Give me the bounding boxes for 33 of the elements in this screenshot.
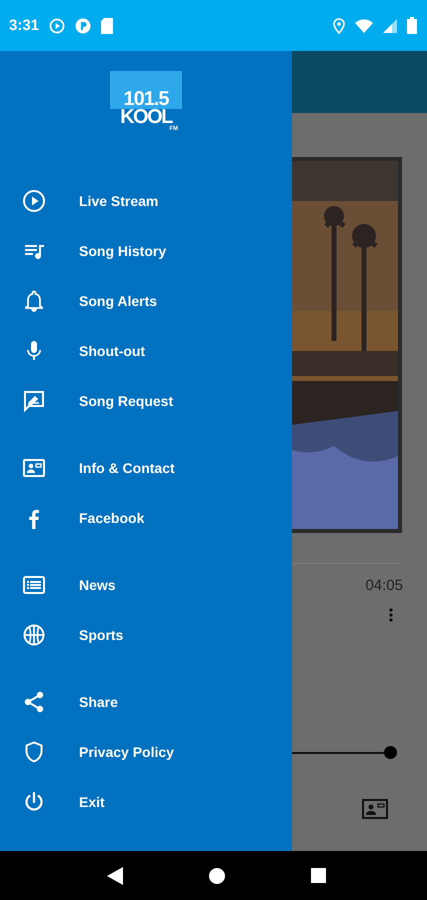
menu-item[interactable]: Song Alerts	[0, 276, 292, 326]
wifi-icon	[355, 18, 373, 32]
news-icon	[22, 573, 46, 597]
sd-card-icon	[101, 18, 114, 34]
play-icon	[22, 189, 46, 213]
basketball-icon	[22, 623, 46, 647]
slider-thumb[interactable]	[384, 746, 397, 759]
menu-item[interactable]: Song History	[0, 226, 292, 276]
back-icon[interactable]	[107, 866, 123, 884]
menu-item[interactable]: Facebook	[0, 493, 292, 543]
menu-item[interactable]: Shout-out	[0, 326, 292, 376]
menu-item[interactable]: Info & Contact	[0, 443, 292, 493]
share-icon	[22, 690, 46, 714]
track-duration: 04:05	[365, 577, 403, 594]
menu-item[interactable]: Exit	[0, 777, 292, 827]
menu-item[interactable]: Sports	[0, 610, 292, 660]
menu-item[interactable]: Share	[0, 677, 292, 727]
bell-icon	[22, 289, 46, 313]
menu-item[interactable]: Song Request	[0, 376, 292, 426]
more-options-icon[interactable]	[389, 608, 393, 622]
clock: 3:31	[9, 17, 40, 34]
p-badge-icon	[75, 18, 92, 34]
menu-item[interactable]: Live Stream	[0, 176, 292, 226]
menu-item[interactable]: News	[0, 560, 292, 610]
contact-card-icon[interactable]	[362, 799, 388, 819]
play-icon	[49, 18, 66, 34]
signal-icon	[383, 18, 397, 32]
battery-icon	[407, 17, 417, 34]
message-edit-icon	[22, 389, 46, 413]
contact-card-icon	[22, 456, 46, 480]
home-icon[interactable]	[209, 868, 225, 884]
location-icon	[333, 18, 345, 34]
menu-item[interactable]: Privacy Policy	[0, 727, 292, 777]
